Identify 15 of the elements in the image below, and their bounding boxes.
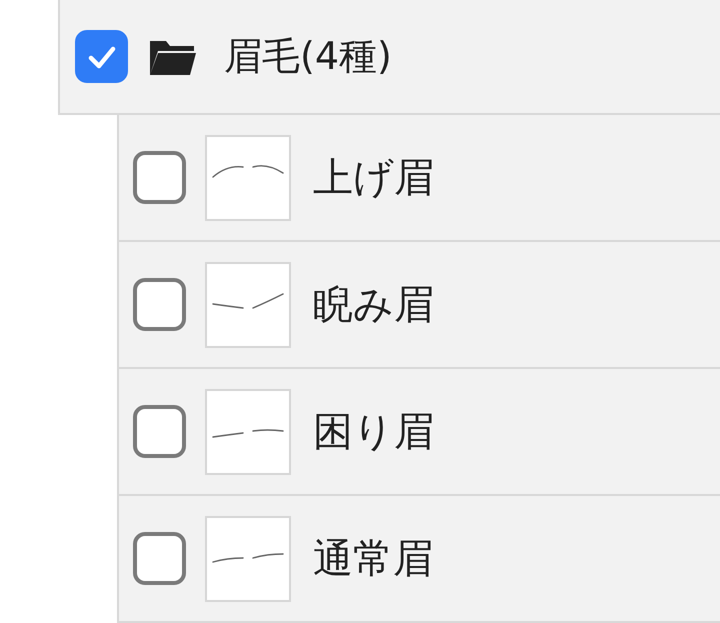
- layer-row[interactable]: 上げ眉: [117, 115, 720, 242]
- checkbox[interactable]: [133, 405, 186, 458]
- checkbox[interactable]: [133, 532, 186, 585]
- layer-row[interactable]: 困り眉: [117, 369, 720, 496]
- layer-row[interactable]: 通常眉: [117, 496, 720, 623]
- layer-name: 通常眉: [313, 535, 433, 584]
- layer-name: 上げ眉: [313, 154, 434, 203]
- folder-row[interactable]: 眉毛(4種): [58, 0, 720, 115]
- checkbox[interactable]: [133, 151, 186, 204]
- folder-name: 眉毛(4種): [224, 33, 392, 80]
- layer-name: 睨み眉: [313, 281, 434, 330]
- layer-row[interactable]: 睨み眉: [117, 242, 720, 369]
- checkbox[interactable]: [133, 278, 186, 331]
- checkbox[interactable]: [75, 30, 128, 83]
- layer-name: 困り眉: [313, 408, 434, 457]
